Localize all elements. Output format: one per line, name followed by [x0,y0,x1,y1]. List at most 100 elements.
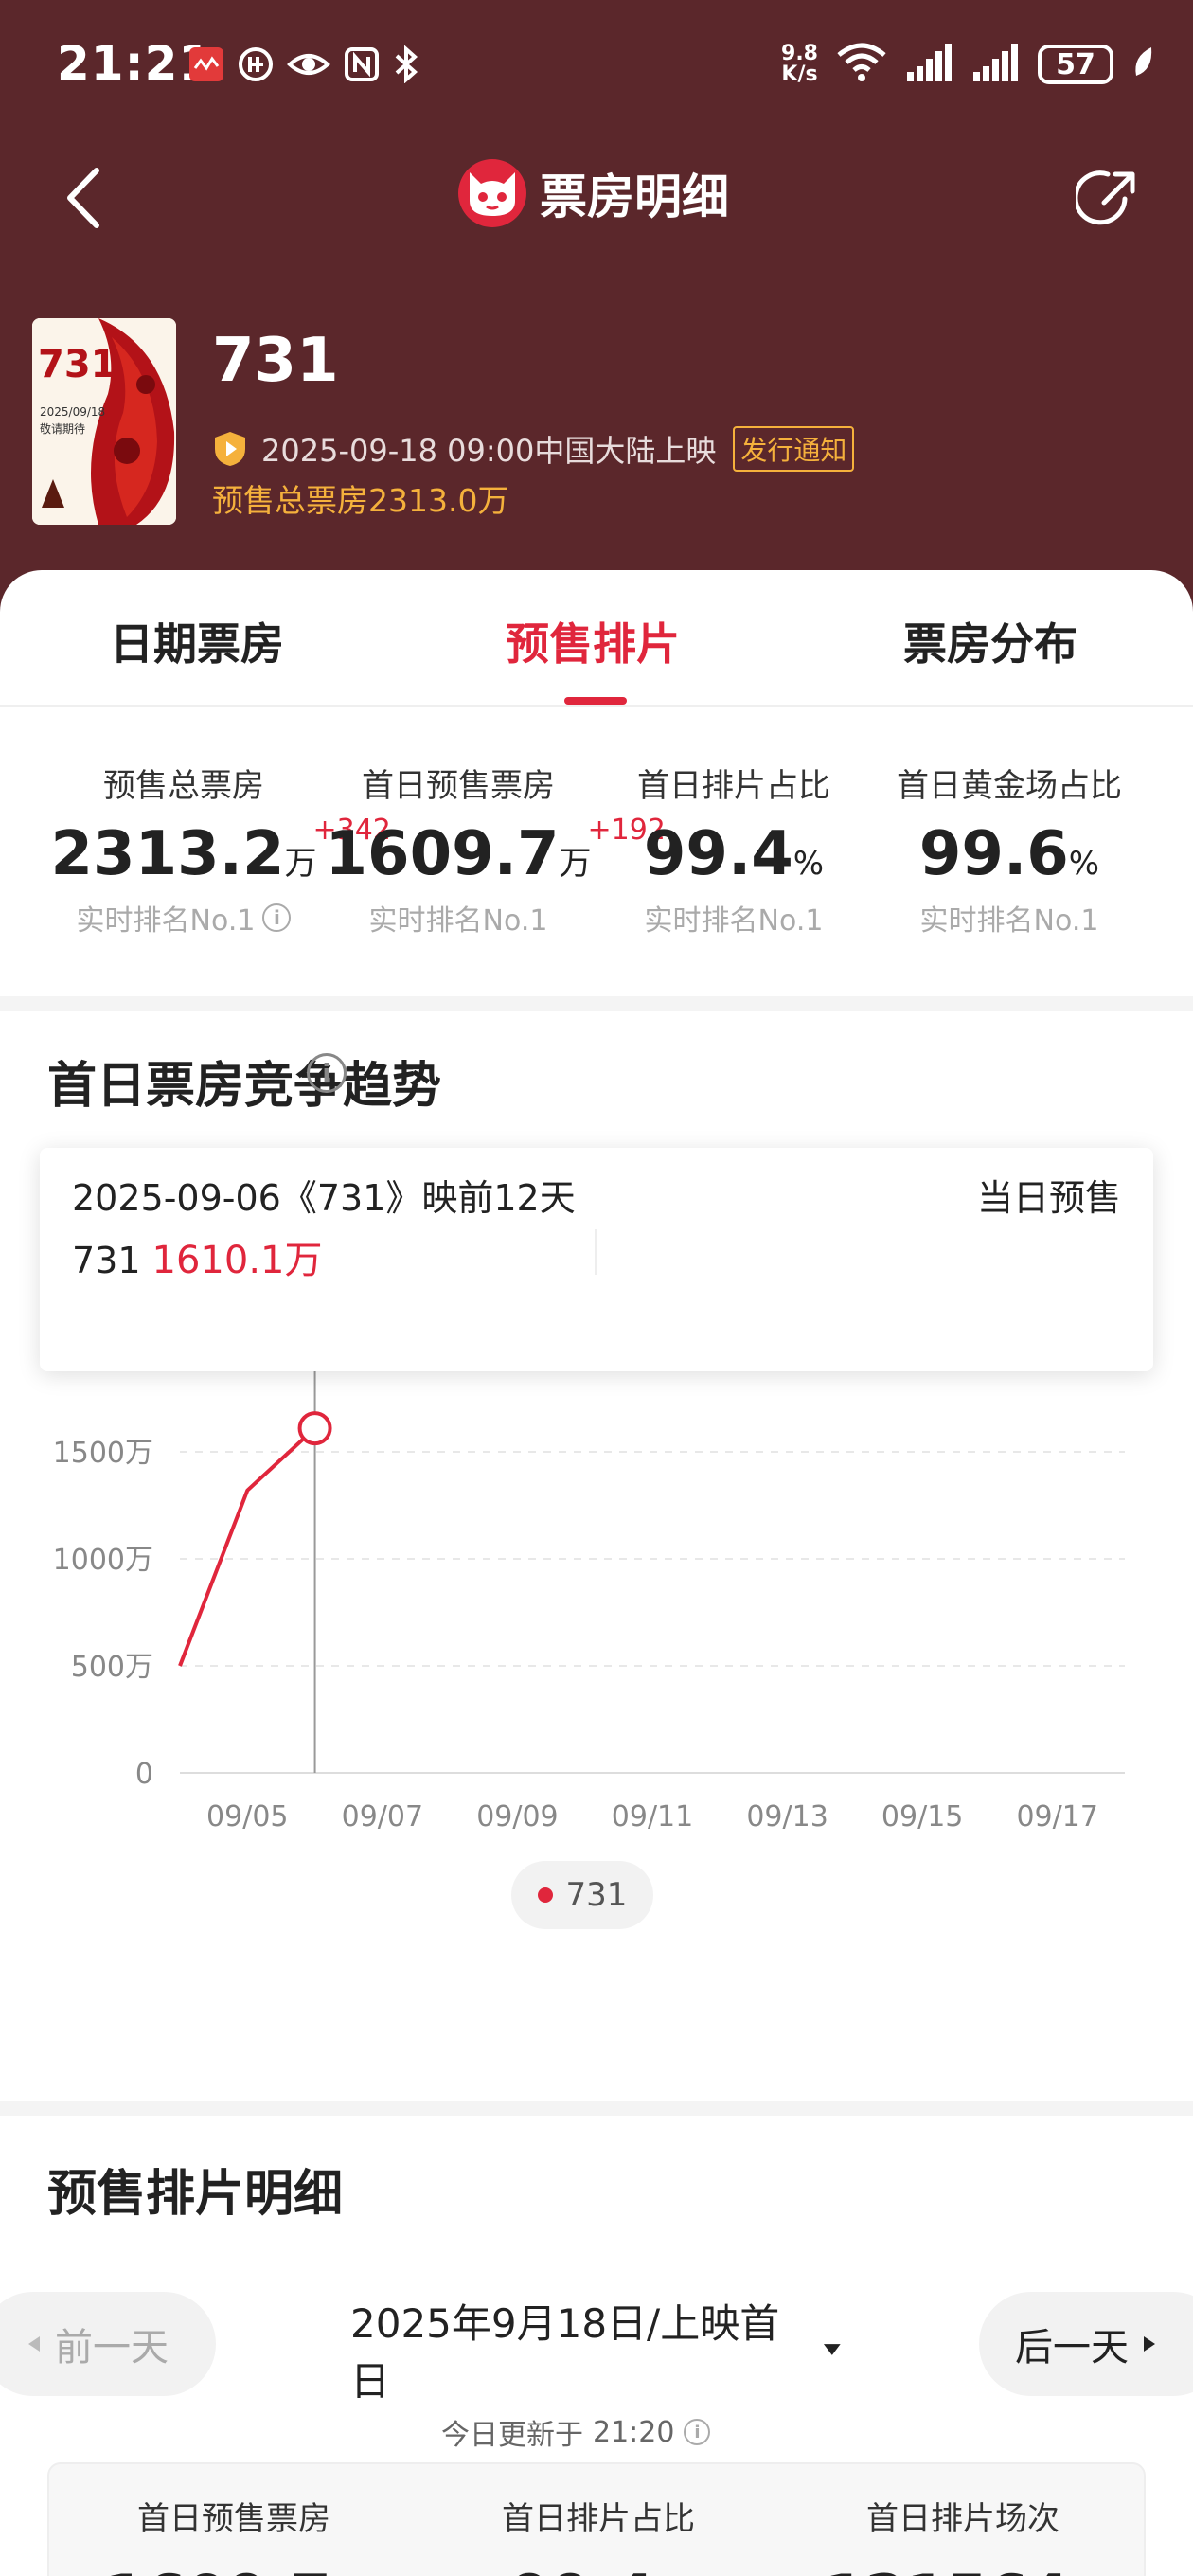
stat-label: 首日预售票房 [362,767,555,805]
prev-day-button[interactable]: 前一天 [0,2292,216,2396]
legend-dot [537,1887,553,1903]
movie-info: 731 2025/09/18 敬请期待 731 2025-09-18 09:00… [0,313,1193,530]
wifi-icon [835,42,888,87]
detail-stat-share: 首日排片占比 99.4% [423,2493,774,2576]
next-day-button[interactable]: 后一天 [979,2292,1193,2396]
y-tick-label: 1500万 [53,1437,153,1470]
stat-value: 99.4 [643,819,793,889]
stat-rank-text: 实时排名No.1 [368,904,548,938]
nav-bar: 票房明细 [0,152,1193,246]
x-tick-label: 09/15 [881,1800,963,1834]
app-icon [237,45,275,87]
tooltip-date: 2025-09-06《731》映前12天 [72,1177,576,1219]
stat-value: 2313.2 [50,819,285,889]
chevron-left-icon [67,168,99,228]
poster-date-text: 2025/09/18 [40,405,106,419]
signal-icon [905,42,954,87]
stat-value: 99.6 [918,819,1069,889]
stat-presale-total: 预售总票房 2313.2万 +342 实时排名No.1 i [42,760,391,939]
tooltip-row: 731 1610.1万 [72,1229,323,1284]
nfc-icon [343,45,381,87]
x-tick-label: 09/13 [746,1800,828,1834]
status-bar: 21:21 9.8 K/s 57 [0,0,1193,137]
stat-rank: 实时排名No.1 i [42,897,326,939]
battery-icon: 57 [1038,45,1113,84]
legend-label: 731 [565,1876,628,1914]
tab-box-office-distribution[interactable]: 票房分布 [903,610,1077,672]
detail-stat-value-row: 99.4% [423,2562,774,2576]
release-info: 2025-09-18 09:00中国大陆上映 [261,433,717,469]
detail-stat-value: 121564 [825,2562,1070,2576]
detail-stat-label: 首日排片占比 [502,2500,695,2538]
prev-day-label: 前一天 [55,2326,169,2370]
stat-first-day-schedule-share: 首日排片占比 99.4% 实时排名No.1 [592,760,876,939]
status-right-icons: 9.8 K/s 57 [781,42,1155,87]
tab-presale-schedule[interactable]: 预售排片 [506,610,680,672]
poster-title-text: 731 [38,343,117,386]
info-icon[interactable]: i [262,903,292,932]
stat-unit: % [1068,845,1100,883]
presale-total: 预售总票房2313.0万 [212,482,509,519]
stat-first-day-golden-share: 首日黄金场占比 99.6% 实时排名No.1 [867,760,1151,939]
tab-active-indicator [564,697,627,705]
date-selector[interactable]: 2025年9月18日/上映首日 今日更新于 21:20 i [350,2292,843,2453]
movie-poster[interactable]: 731 2025/09/18 敬请期待 [32,318,176,525]
info-icon[interactable]: i [684,2419,711,2445]
series-line [178,1426,316,1667]
stat-value-row: 99.6% [919,819,1099,889]
stat-value: 1609.7 [325,819,560,889]
detail-stat-value: 1609.7 [104,2562,330,2576]
stat-label: 首日黄金场占比 [897,767,1122,805]
detail-stats-card: 首日预售票房 1609.7万 首日排片占比 99.4% 首日排片场次 12156… [47,2462,1146,2576]
chart-legend[interactable]: 731 [511,1861,653,1929]
detail-stat-label: 首日预售票房 [137,2500,330,2538]
stat-first-day-presale: 首日预售票房 1609.7万 +192 实时排名No.1 [316,760,666,939]
triangle-left-icon [28,2336,40,2352]
tooltip-mode: 当日预售 [976,1177,1121,1219]
y-tick-label: 500万 [71,1651,153,1684]
x-tick-label: 09/05 [206,1800,288,1834]
nav-title-group: 票房明细 [458,159,729,227]
y-tick-label: 0 [135,1758,153,1791]
network-speed: 9.8 K/s [781,44,818,85]
app-root: 21:21 9.8 K/s 57 票房明细 731 2025/09/18 敬请期… [0,0,1193,2576]
detail-stat-value-row: 121564场 [788,2562,1138,2576]
selected-date: 2025年9月18日/上映首日 [350,2300,780,2405]
tooltip-series-name: 731 [72,1240,141,1281]
stat-unit: 万 [559,845,592,883]
stat-label: 首日排片占比 [637,767,830,805]
cat-logo-icon [458,159,526,227]
detail-stat-value-row: 1609.7万 [59,2562,409,2576]
x-tick-label: 09/09 [476,1800,558,1834]
triangle-down-icon [824,2344,842,2355]
bluetooth-icon [392,45,420,87]
x-tick-label: 09/11 [612,1800,693,1834]
stat-rank: 实时排名No.1 [867,897,1151,939]
share-button[interactable] [1073,165,1142,231]
notify-tag[interactable]: 发行通知 [733,426,855,472]
detail-section: 预售排片明细 前一天 2025年9月18日/上映首日 今日更新于 21:20 i… [0,2116,1193,2576]
tooltip-value: 1610.1万 [151,1239,323,1282]
poster-sub-text: 敬请期待 [40,422,86,436]
movie-title: 731 [212,326,339,396]
chart-tooltip: 2025-09-06《731》映前12天 当日预售 731 1610.1万 [40,1148,1153,1371]
page-title: 票房明细 [540,170,729,224]
main-card: 日期票房 预售排片 票房分布 预售总票房 2313.2万 +342 实时排名No… [0,570,1193,996]
trend-section: 首日票房竞争趋势 i 2025-09-06《731》映前12天 当日预售 731… [0,1011,1193,2101]
x-tick-label: 09/17 [1016,1800,1097,1834]
stat-label: 预售总票房 [103,767,264,805]
stat-rank-text: 实时排名No.1 [644,904,824,938]
status-left-icons [187,45,420,87]
highlight-point [297,1411,332,1446]
tab-date-box-office[interactable]: 日期票房 [110,610,284,672]
detail-stat-value: 99.4 [509,2562,654,2576]
stat-value-row: 1609.7万 +192 [325,814,666,889]
update-label: 今日更新于 [441,2419,583,2452]
network-speed-value: 9.8 [781,42,818,65]
back-button[interactable] [55,165,112,231]
stat-value-row: 99.4% [644,819,824,889]
tab-bar: 日期票房 预售排片 票房分布 [0,570,1193,707]
stat-rank-text: 实时排名No.1 [76,904,256,938]
update-time: 21:20 [593,2415,675,2449]
battery-level: 57 [1056,47,1095,81]
